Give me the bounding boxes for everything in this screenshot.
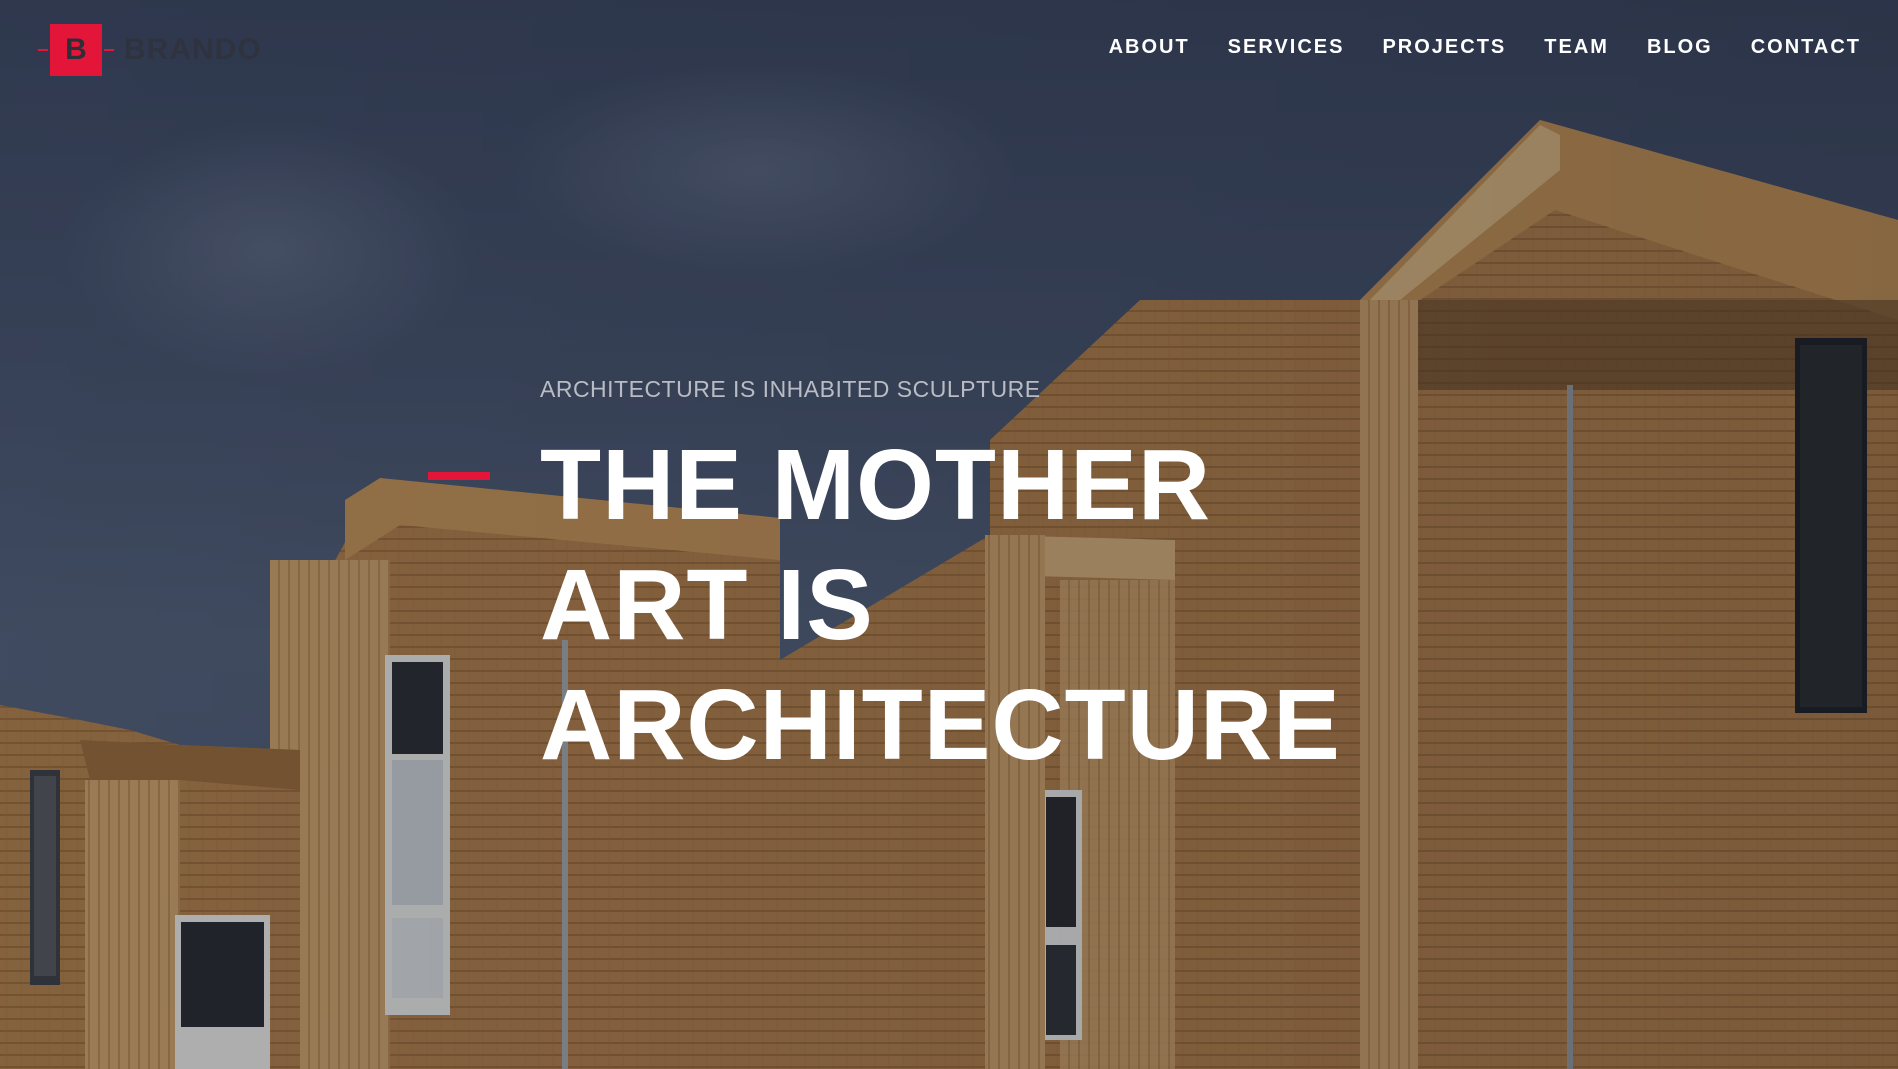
logo-mark: B [38, 24, 114, 76]
brand-logo-link[interactable]: B BRANDO [38, 24, 262, 76]
nav-item-contact[interactable]: CONTACT [1751, 36, 1861, 59]
headline-line-3: ARCHITECTURE [540, 669, 1341, 781]
hero-headline: THE MOTHER ART IS ARCHITECTURE [540, 425, 1341, 785]
brand-name: BRANDO [124, 33, 262, 66]
headline-line-2: ART IS [540, 549, 874, 661]
hero-section: B BRANDO ABOUT SERVICES PROJECTS TEAM BL… [0, 0, 1898, 1069]
headline-line-1: THE MOTHER [540, 429, 1212, 541]
headline-accent-dash [428, 472, 490, 480]
nav-item-blog[interactable]: BLOG [1647, 36, 1713, 59]
hero-tagline: ARCHITECTURE IS INHABITED SCULPTURE [540, 376, 1041, 402]
nav-item-projects[interactable]: PROJECTS [1382, 36, 1506, 59]
hero-content: ARCHITECTURE IS INHABITED SCULPTURE THE … [540, 376, 1341, 785]
nav-item-team[interactable]: TEAM [1544, 36, 1609, 59]
site-header: B BRANDO ABOUT SERVICES PROJECTS TEAM BL… [0, 0, 1898, 100]
nav-item-services[interactable]: SERVICES [1228, 36, 1345, 59]
nav-item-about[interactable]: ABOUT [1109, 36, 1190, 59]
main-nav: ABOUT SERVICES PROJECTS TEAM BLOG CONTAC… [1071, 36, 1861, 59]
